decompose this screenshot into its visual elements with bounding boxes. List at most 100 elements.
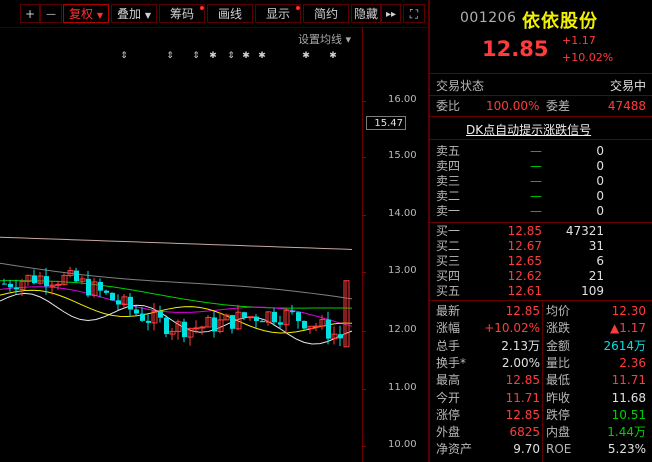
buy-level-row[interactable]: 买五 12.61 109 xyxy=(430,283,652,299)
moving-average-line xyxy=(0,236,353,250)
candle-body[interactable] xyxy=(140,313,145,321)
event-marker-icon[interactable]: ✱ xyxy=(242,51,250,61)
buy-level-volume: 109 xyxy=(581,284,604,298)
candlestick-plot[interactable]: ⇕ ⇕ ⇕ ✱ ⇕ ✱ ✱ ✱ ✱ xyxy=(0,27,362,462)
sell-level-row[interactable]: 卖四 — 0 xyxy=(430,158,652,174)
stats-row: 净资产 9.70 ROE 5.23% xyxy=(430,441,652,457)
chips-label: 筹码 xyxy=(169,7,194,21)
candle-body[interactable] xyxy=(199,326,206,329)
zoom-out-button[interactable]: — xyxy=(40,4,62,23)
stat-label: 总手 xyxy=(436,338,461,353)
candle-body[interactable] xyxy=(110,292,115,301)
stats-row: 最新 12.85 均价 12.30 xyxy=(430,303,652,319)
committee-diff-label: 委差 xyxy=(546,99,571,113)
candle-body[interactable] xyxy=(260,320,265,323)
candle-body[interactable] xyxy=(302,320,307,329)
stats-row: 涨停 12.85 跌停 10.51 xyxy=(430,407,652,423)
candle-body[interactable] xyxy=(116,300,121,305)
candle-body[interactable] xyxy=(326,319,331,339)
event-marker-icon[interactable]: ⇕ xyxy=(192,51,200,61)
candle-body[interactable] xyxy=(98,281,103,291)
display-button[interactable]: 显示 xyxy=(255,4,301,23)
candle-body[interactable] xyxy=(290,310,295,313)
sell-level-price: — xyxy=(530,174,542,188)
stat-value: +10.02% xyxy=(484,321,540,336)
buy-level-volume: 21 xyxy=(588,269,604,283)
fullscreen-icon[interactable]: ⛶ xyxy=(403,4,425,23)
price-axis-tick xyxy=(362,272,366,273)
candle-body[interactable] xyxy=(8,283,13,288)
candle-body[interactable] xyxy=(230,315,235,329)
candle-body[interactable] xyxy=(272,311,277,323)
candle-body[interactable] xyxy=(55,283,62,286)
candle-body[interactable] xyxy=(128,296,133,310)
candle-body[interactable] xyxy=(104,290,109,293)
stock-name[interactable]: 依依股份 xyxy=(522,7,598,33)
more-arrow-icon[interactable]: ▸▸ xyxy=(381,4,401,23)
current-price-marker: 15.47 xyxy=(366,116,406,130)
candle-body[interactable] xyxy=(158,311,163,318)
committee-diff-value: 47488 xyxy=(607,99,646,113)
kline-chart-panel[interactable]: + — 复权 ▼ 叠加 ▼ 筹码 画线 显示 简约 隐藏 ▸▸ ⛶ 设置均线 ▾… xyxy=(0,0,428,462)
buy-level-label: 买二 xyxy=(436,239,461,253)
candle-body[interactable] xyxy=(296,312,301,321)
sell-level-row[interactable]: 卖一 — 0 xyxy=(430,203,652,219)
candle-body[interactable] xyxy=(14,287,19,290)
divider xyxy=(430,73,652,74)
candle-body[interactable] xyxy=(32,275,37,284)
event-marker-icon[interactable]: ✱ xyxy=(209,51,217,61)
sell-level-price: — xyxy=(530,189,542,203)
stat-value: 1.44万 xyxy=(607,425,646,440)
buy-level-row[interactable]: 买四 12.62 21 xyxy=(430,268,652,284)
candle-body[interactable] xyxy=(182,321,187,338)
overlay-button[interactable]: 叠加 ▼ xyxy=(111,4,157,23)
stat-label: 今开 xyxy=(436,390,461,405)
candle-body[interactable] xyxy=(193,327,200,330)
event-marker-icon[interactable]: ⇕ xyxy=(227,51,235,61)
chips-button[interactable]: 筹码 xyxy=(159,4,205,23)
buy-level-row[interactable]: 买三 12.65 6 xyxy=(430,253,652,269)
candle-body[interactable] xyxy=(134,309,139,314)
stat-label: 昨收 xyxy=(546,390,571,405)
event-marker-icon[interactable]: ✱ xyxy=(302,51,310,61)
event-marker-icon[interactable]: ✱ xyxy=(258,51,266,61)
candle-body[interactable] xyxy=(44,276,49,287)
event-marker-icon[interactable]: ⇕ xyxy=(166,51,174,61)
candle-body[interactable] xyxy=(86,278,91,296)
candle-body[interactable] xyxy=(278,322,283,325)
event-marker-icon[interactable]: ✱ xyxy=(329,51,337,61)
zoom-in-button[interactable]: + xyxy=(20,4,40,23)
sell-level-row[interactable]: 卖五 — 0 xyxy=(430,143,652,159)
stat-value: 9.70 xyxy=(513,442,540,457)
buy-level-row[interactable]: 买二 12.67 31 xyxy=(430,238,652,254)
candle-body[interactable] xyxy=(338,334,343,339)
stat-label: 均价 xyxy=(546,304,571,318)
dk-signal-link[interactable]: DK点自动提示涨跌信号 xyxy=(466,121,591,138)
candle-body[interactable] xyxy=(242,312,247,318)
stat-label: 跌停 xyxy=(546,407,571,422)
price-axis-label: 11.00 xyxy=(388,382,417,393)
candle-body[interactable] xyxy=(212,317,217,332)
divider xyxy=(430,300,652,301)
candle-body[interactable] xyxy=(2,283,7,285)
stat-value: 2614万 xyxy=(603,338,646,353)
draw-line-button[interactable]: 画线 xyxy=(207,4,253,23)
sell-level-row[interactable]: 卖二 — 0 xyxy=(430,188,652,204)
notification-dot-icon xyxy=(200,6,204,10)
candle-body[interactable] xyxy=(164,317,169,335)
candle-body[interactable] xyxy=(146,320,151,323)
stat-label: ROE xyxy=(546,442,572,457)
stat-label: 涨幅 xyxy=(436,321,461,336)
event-marker-icon[interactable]: ⇕ xyxy=(120,51,128,61)
restore-rights-button[interactable]: 复权 ▼ xyxy=(63,4,109,23)
hide-button[interactable]: 隐藏 xyxy=(351,4,381,23)
buy-level-row[interactable]: 买一 12.85 47321 xyxy=(430,223,652,239)
stats-row: 换手* 2.00% 量比 2.36 xyxy=(430,355,652,371)
candle-body[interactable] xyxy=(74,270,79,282)
candle-body[interactable] xyxy=(254,316,259,321)
simple-mode-button[interactable]: 简约 xyxy=(303,4,349,23)
candle-body[interactable] xyxy=(313,325,320,328)
stat-value: 2.36 xyxy=(619,355,646,370)
stats-row: 总手 2.13万 金额 2614万 xyxy=(430,338,652,354)
sell-level-row[interactable]: 卖三 — 0 xyxy=(430,173,652,189)
